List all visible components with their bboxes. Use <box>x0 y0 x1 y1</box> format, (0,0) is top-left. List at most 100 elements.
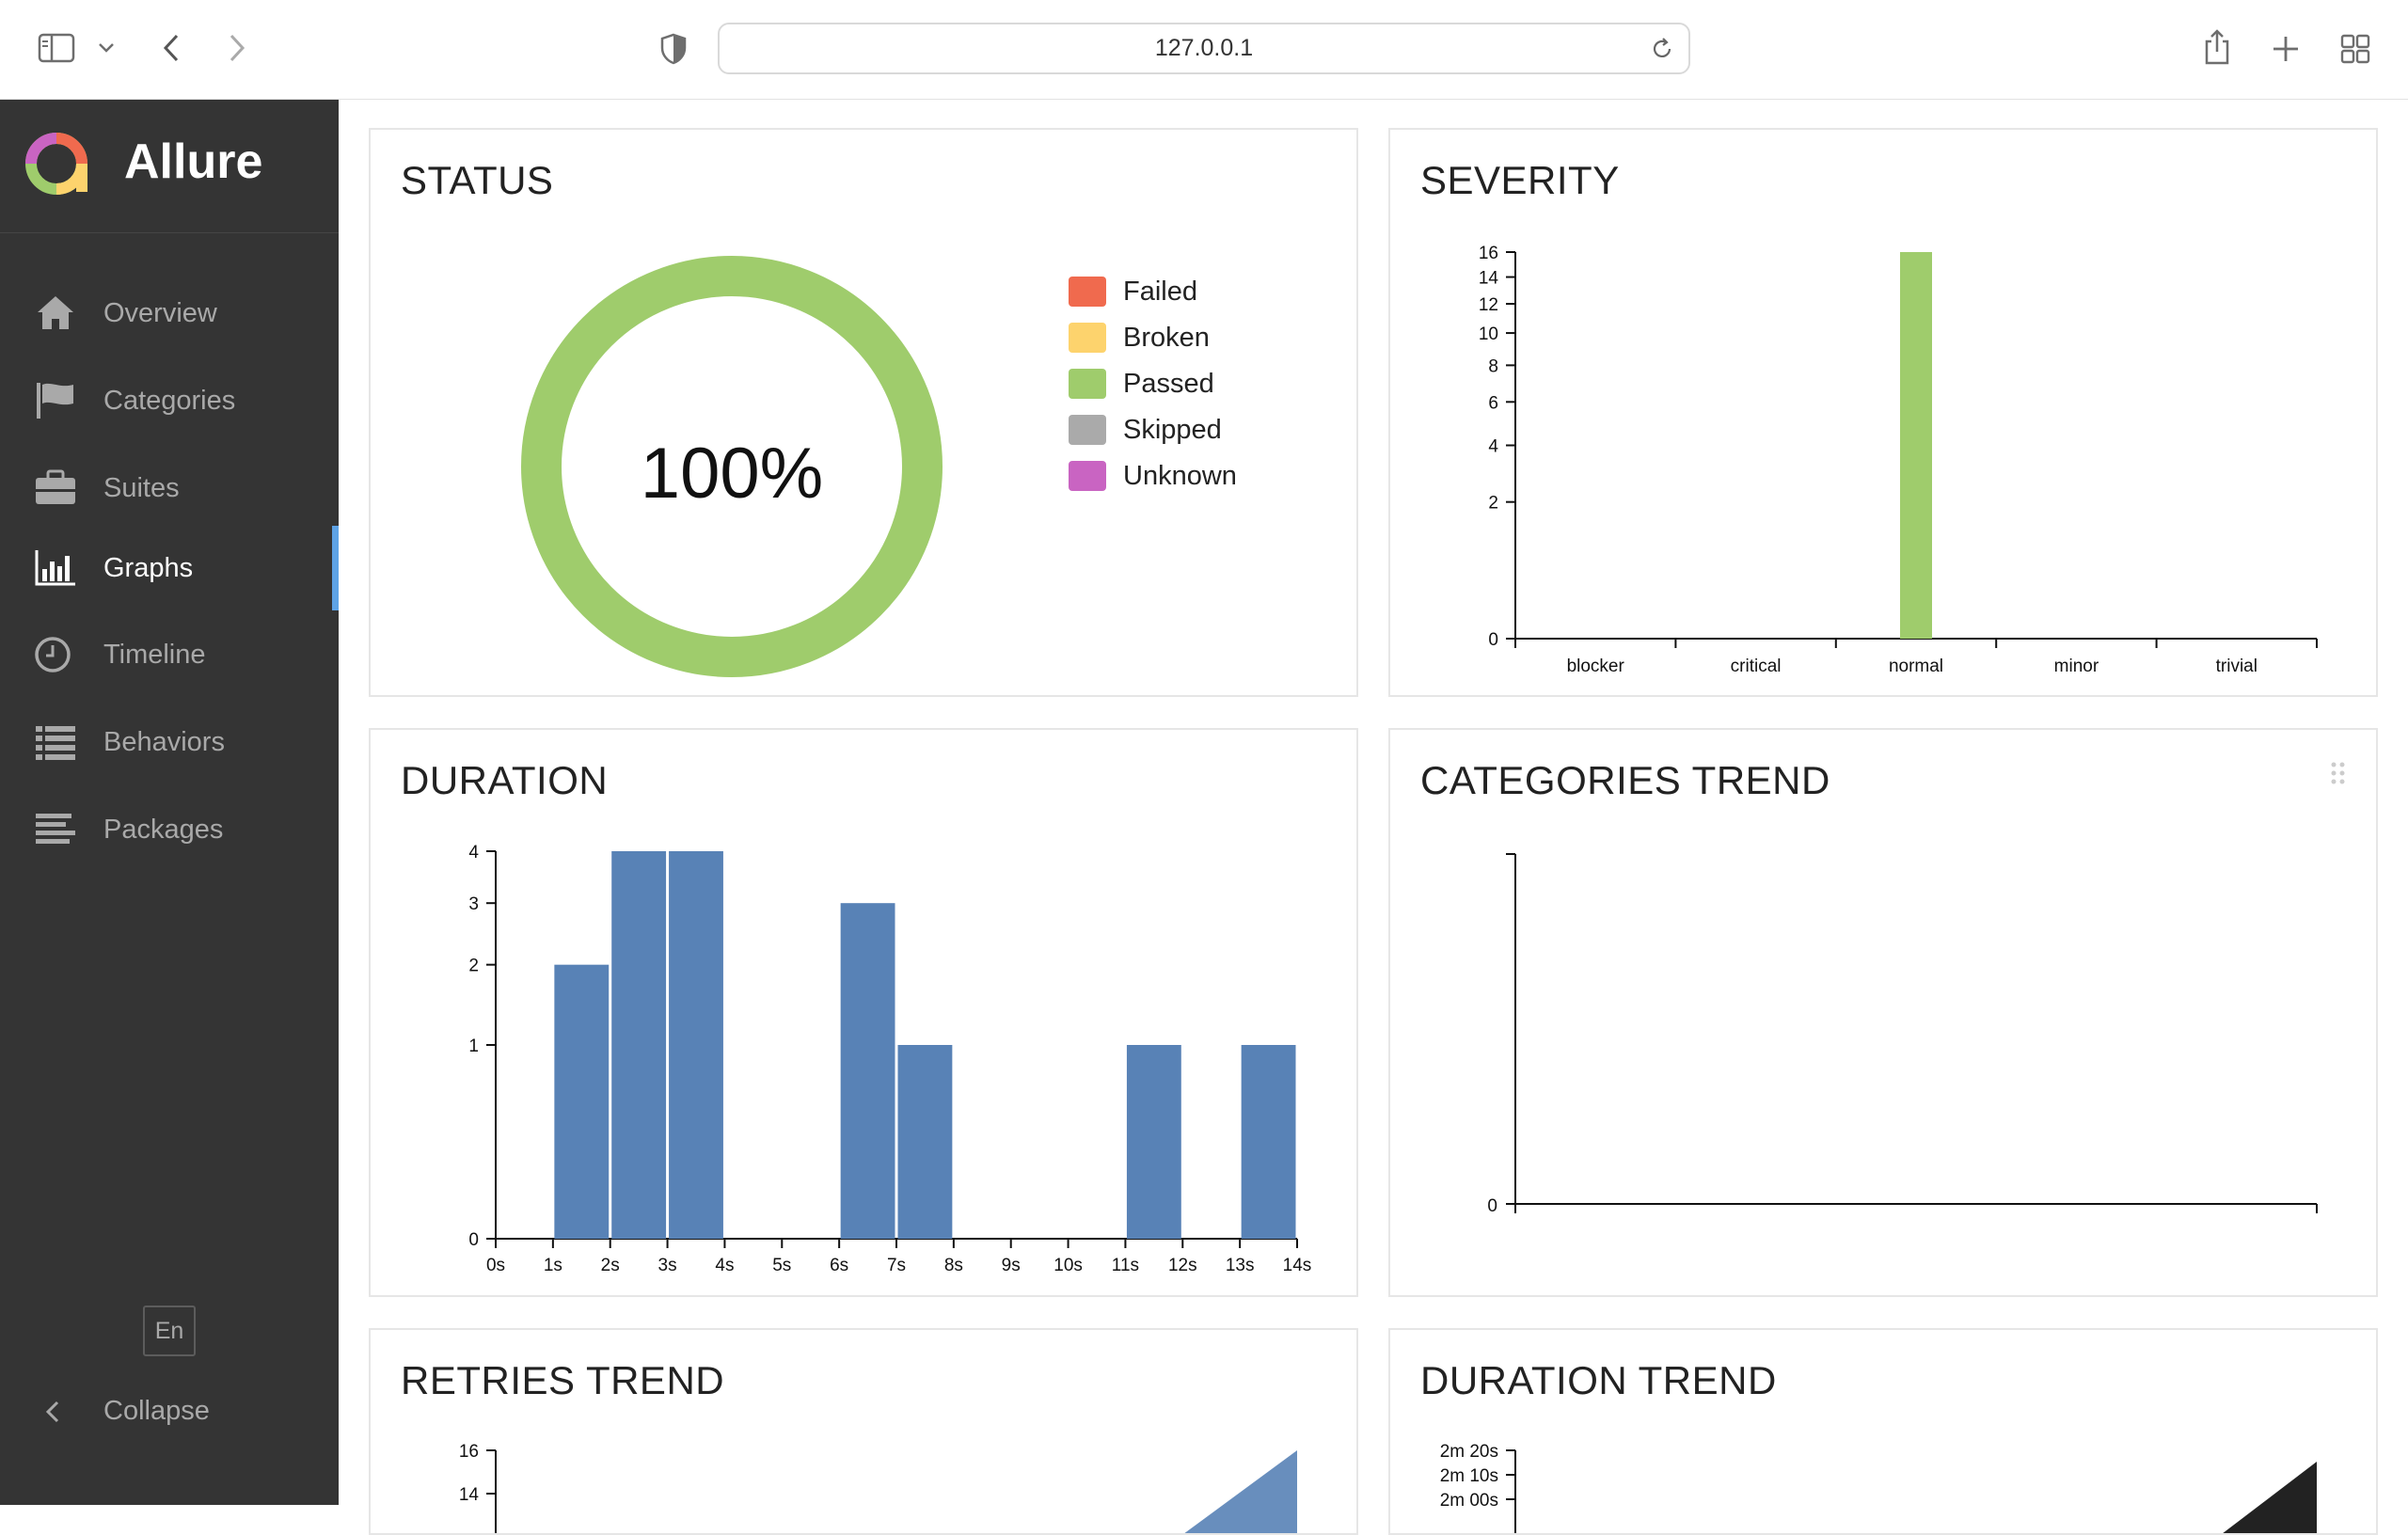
allure-logo-icon <box>23 130 90 198</box>
duration-trend-chart: 2m 00s 2m 10s 2m 20s <box>1440 1442 2317 1535</box>
browser-toolbar: 127.0.0.1 <box>0 0 2408 100</box>
categories-trend-chart: 0 <box>1487 853 2318 1216</box>
x-tick-label: 12s <box>1168 1256 1197 1275</box>
nav-label: Timeline <box>103 639 206 670</box>
bar-chart-icon <box>34 548 77 588</box>
x-tick-label: 14s <box>1283 1256 1312 1275</box>
legend-item-failed[interactable]: Failed <box>1069 275 1197 309</box>
reload-icon[interactable] <box>1649 36 1675 62</box>
retries-trend-chart: 14 16 <box>459 1442 1297 1535</box>
severity-chart: 0 2 4 6 8 10 12 14 16 blocker critical normal minor t… <box>1479 244 2318 676</box>
back-icon[interactable] <box>154 30 188 66</box>
nav-item-behaviors[interactable]: Behaviors <box>0 700 339 784</box>
y-tick-label: 10 <box>1479 324 1498 344</box>
new-tab-icon[interactable] <box>2269 32 2303 66</box>
legend-label: Broken <box>1123 322 1210 353</box>
flag-icon <box>34 381 77 420</box>
address-bar[interactable]: 127.0.0.1 <box>718 23 1690 74</box>
brand[interactable]: Allure <box>0 100 339 233</box>
retries-trend-widget: RETRIES TREND 14 16 <box>369 1328 1358 1535</box>
nav-item-packages[interactable]: Packages <box>0 787 339 872</box>
briefcase-icon <box>34 468 77 508</box>
chevron-left-icon <box>43 1398 66 1426</box>
sidebar-toggle-icon[interactable] <box>36 32 77 64</box>
x-tick-label: 4s <box>715 1256 734 1275</box>
y-tick-label: 12 <box>1479 295 1498 315</box>
categories-trend-widget: CATEGORIES TREND 0 <box>1388 728 2378 1297</box>
app-name: Allure <box>124 135 263 189</box>
tab-overview-icon[interactable] <box>2338 32 2372 66</box>
forward-icon[interactable] <box>220 30 254 66</box>
nav-item-suites[interactable]: Suites <box>0 446 339 530</box>
retries-area[interactable] <box>1180 1450 1297 1535</box>
legend-item-passed[interactable]: Passed <box>1069 367 1214 401</box>
duration-bar[interactable] <box>897 1045 953 1239</box>
duration-widget: DURATION 0 1 2 3 4 0s 1s 2s 3s 4s 5s 6s 7s 8s 9s 10s 11s… <box>369 728 1358 1297</box>
url-text: 127.0.0.1 <box>1154 35 1254 61</box>
y-tick-label: 2m 00s <box>1440 1491 1498 1511</box>
x-tick-label: 5s <box>772 1256 791 1275</box>
nav-label: Overview <box>103 297 217 328</box>
y-tick-label: 1 <box>468 1037 479 1056</box>
main-content: STATUS 100% Failed Broken Passed Skipped… <box>339 100 2408 1535</box>
legend-swatch <box>1069 415 1106 445</box>
nav-label: Categories <box>103 385 236 416</box>
duration-bar[interactable] <box>1126 1045 1181 1239</box>
nav-item-timeline[interactable]: Timeline <box>0 612 339 697</box>
x-tick-label: 9s <box>1002 1256 1021 1275</box>
y-tick-label: 0 <box>1488 630 1498 650</box>
y-tick-label: 6 <box>1488 393 1498 413</box>
duration-bar[interactable] <box>840 903 895 1239</box>
legend-label: Skipped <box>1123 414 1222 445</box>
y-tick-label: 0 <box>1487 1196 1497 1216</box>
x-tick-label: 13s <box>1226 1256 1255 1275</box>
nav-label: Packages <box>103 814 224 845</box>
y-tick-label: 14 <box>459 1485 480 1505</box>
y-tick-label: 14 <box>1479 269 1499 289</box>
legend-item-skipped[interactable]: Skipped <box>1069 413 1222 447</box>
chevron-down-icon[interactable] <box>94 38 119 58</box>
y-tick-label: 0 <box>468 1230 479 1250</box>
share-icon[interactable] <box>2201 26 2233 68</box>
collapse-label: Collapse <box>103 1396 210 1426</box>
duration-bar[interactable] <box>611 851 667 1239</box>
y-tick-label: 2 <box>1488 494 1498 514</box>
x-tick-label: 7s <box>887 1256 906 1275</box>
x-tick-label: normal <box>1889 657 1943 676</box>
duration-bar[interactable] <box>554 964 610 1239</box>
x-tick-label: blocker <box>1567 657 1625 676</box>
language-button[interactable]: En <box>143 1306 196 1356</box>
nav-item-overview[interactable]: Overview <box>0 271 339 356</box>
x-tick-label: 11s <box>1112 1256 1139 1275</box>
nav-item-categories[interactable]: Categories <box>0 358 339 443</box>
align-left-icon <box>34 810 77 849</box>
duration-trend-area[interactable] <box>2218 1462 2317 1535</box>
duration-bar[interactable] <box>1241 1045 1296 1239</box>
nav-label: Graphs <box>103 552 194 583</box>
x-tick-label: 0s <box>486 1256 505 1275</box>
legend-item-broken[interactable]: Broken <box>1069 321 1210 355</box>
nav-label: Suites <box>103 472 180 503</box>
list-icon <box>34 722 77 762</box>
legend-item-unknown[interactable]: Unknown <box>1069 459 1237 493</box>
legend-label: Unknown <box>1123 460 1237 491</box>
collapse-button[interactable]: Collapse <box>0 1379 339 1445</box>
x-tick-label: 6s <box>830 1256 848 1275</box>
y-tick-label: 8 <box>1488 356 1498 376</box>
shield-icon[interactable] <box>655 30 692 68</box>
legend-swatch <box>1069 323 1106 353</box>
legend-label: Failed <box>1123 276 1197 307</box>
nav-item-graphs[interactable]: Graphs <box>0 526 339 610</box>
legend-label: Passed <box>1123 368 1214 399</box>
y-tick-label: 3 <box>468 894 479 914</box>
y-tick-label: 2m 10s <box>1440 1466 1498 1486</box>
y-tick-label: 16 <box>459 1442 479 1462</box>
severity-bar-normal[interactable] <box>1900 252 1932 639</box>
home-icon <box>34 293 77 333</box>
duration-chart: 0 1 2 3 4 0s 1s 2s 3s 4s 5s 6s 7s 8s 9s 10s 11s 12s 13s 14s <box>468 843 1312 1275</box>
clock-icon <box>34 635 77 674</box>
severity-widget: SEVERITY 0 2 4 6 8 10 12 14 16 blocker critical nor… <box>1388 128 2378 697</box>
y-tick-label: 4 <box>1488 437 1498 457</box>
duration-bar[interactable] <box>669 851 723 1239</box>
status-percent: 100% <box>641 434 823 514</box>
